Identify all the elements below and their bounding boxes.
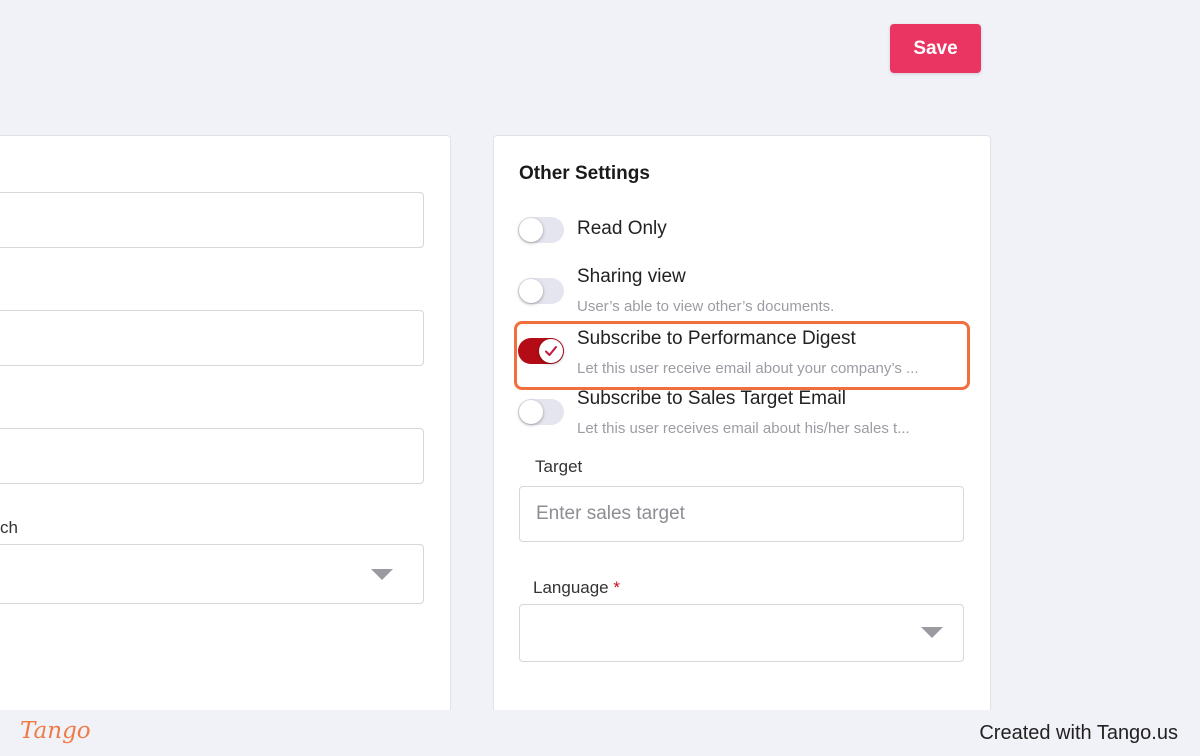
left-text-field-3[interactable]	[0, 428, 424, 484]
left-select-field[interactable]	[0, 544, 424, 604]
highlight-box	[514, 321, 970, 390]
chevron-down-icon	[371, 569, 393, 580]
read-only-toggle[interactable]	[518, 217, 564, 243]
toggle-knob	[519, 279, 543, 303]
tango-logo: Tango	[20, 718, 91, 744]
save-button[interactable]: Save	[890, 24, 981, 73]
created-with-credit: Created with Tango.us	[979, 722, 1178, 744]
target-label: Target	[535, 457, 583, 476]
target-input[interactable]: Enter sales target	[519, 486, 964, 542]
chevron-down-icon	[921, 627, 943, 638]
sharing-view-label: Sharing view	[577, 266, 686, 287]
language-select[interactable]	[519, 604, 964, 662]
required-mark: *	[613, 578, 620, 597]
sales-target-email-description: Let this user receives email about his/h…	[577, 420, 910, 437]
left-text-field-1[interactable]	[0, 192, 424, 248]
sales-target-email-toggle[interactable]	[518, 399, 564, 425]
toggle-knob	[519, 400, 543, 424]
sharing-view-toggle[interactable]	[518, 278, 564, 304]
section-title: Other Settings	[519, 163, 650, 184]
footer-bar: Tango Created with Tango.us	[0, 710, 1200, 756]
language-label: Language *	[533, 578, 620, 598]
sales-target-email-label: Subscribe to Sales Target Email	[577, 388, 846, 409]
sharing-view-description: User’s able to view other’s documents.	[577, 298, 835, 315]
toggle-knob	[519, 218, 543, 242]
language-label-text: Language	[533, 578, 609, 597]
read-only-label: Read Only	[577, 218, 667, 239]
left-field-label: ch	[0, 518, 18, 537]
target-placeholder: Enter sales target	[536, 503, 685, 524]
left-text-field-2[interactable]	[0, 310, 424, 366]
